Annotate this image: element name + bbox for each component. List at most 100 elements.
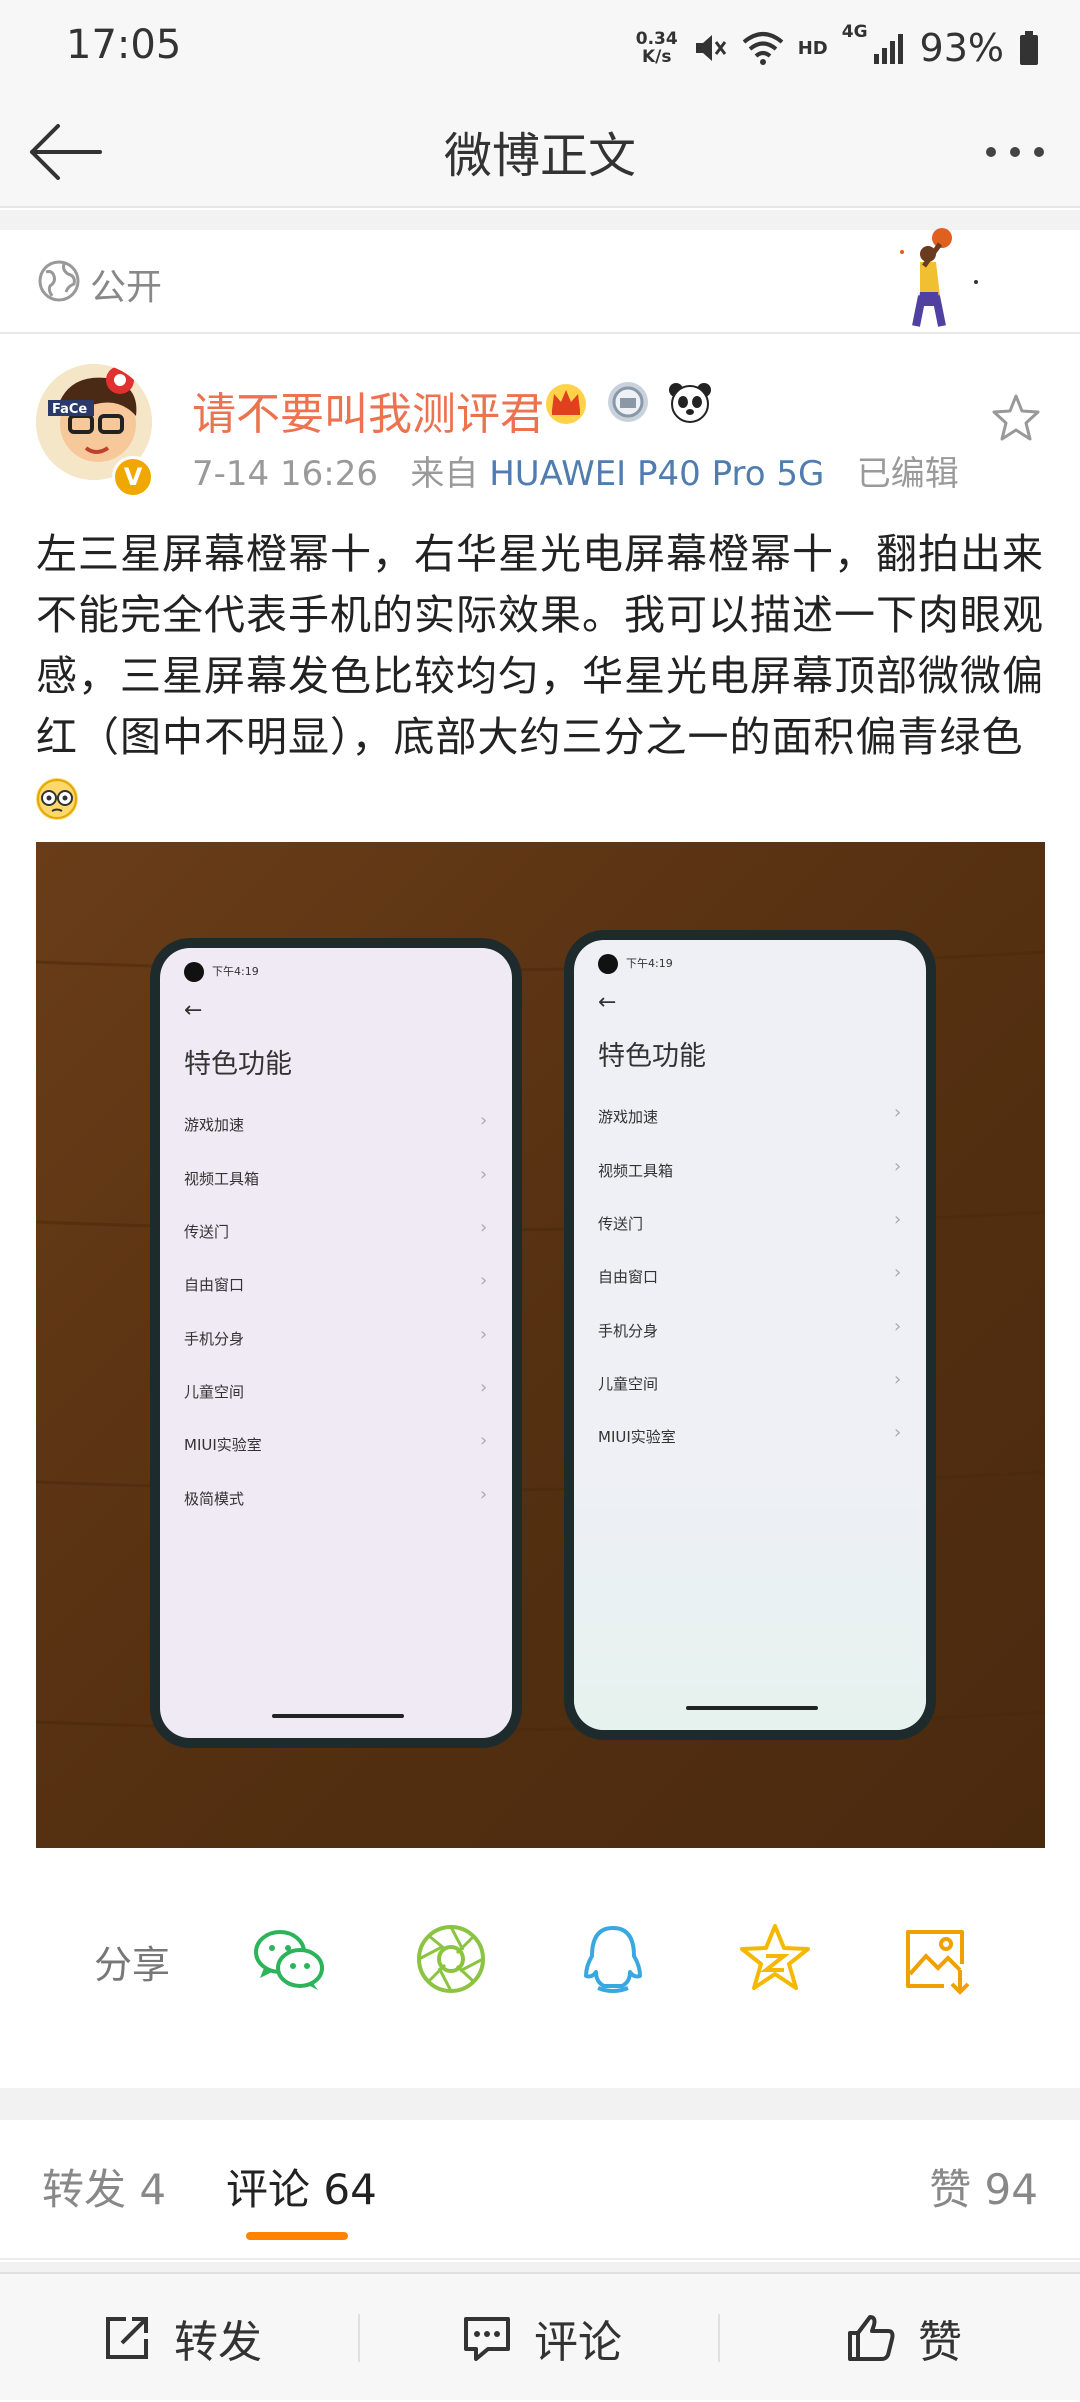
bar-separator <box>718 2314 720 2362</box>
chevron-right-icon: › <box>480 1164 488 1185</box>
source-prefix: 来自 <box>410 454 479 494</box>
chevron-right-icon: › <box>480 1217 488 1238</box>
signal-icon <box>873 34 903 64</box>
phone-title: 特色功能 <box>598 1041 706 1072</box>
globe-icon <box>38 260 80 302</box>
phone-list-item: 游戏加速 <box>184 1116 245 1134</box>
more-dot-icon <box>986 147 996 157</box>
phone-list-item: 视频工具箱 <box>598 1162 674 1180</box>
save-image-icon[interactable] <box>898 1920 976 1998</box>
visibility-label: 公开 <box>90 267 163 308</box>
screen-tint <box>574 1460 926 1730</box>
phone-list-item: 儿童空间 <box>184 1383 245 1401</box>
phone-list-item: MIUI实验室 <box>184 1436 262 1454</box>
tab-comment[interactable]: 评论 64 <box>226 2156 377 2217</box>
chevron-right-icon: › <box>480 1430 488 1451</box>
phone-list-item: 手机分身 <box>184 1330 245 1348</box>
wifi-icon <box>742 32 784 65</box>
network-label: 4G <box>841 22 868 42</box>
net-speed: 0.34 K/s <box>636 30 678 66</box>
edited-label: 已编辑 <box>856 454 959 494</box>
mute-icon <box>695 35 726 61</box>
post-image[interactable]: 下午4:19 ← 特色功能 游戏加速 视频工具箱 传送门 自由窗口 手机分身 儿… <box>36 842 1045 1848</box>
basketball-player-icon <box>900 228 978 327</box>
home-indicator <box>272 1714 404 1718</box>
thumbs-up-icon <box>848 2315 895 2361</box>
net-speed-unit: K/s <box>641 47 672 67</box>
comment-icon <box>464 2317 510 2361</box>
favorite-star-icon[interactable] <box>990 392 1042 444</box>
chevron-right-icon: › <box>894 1102 902 1123</box>
phone-list-item: 传送门 <box>598 1215 644 1233</box>
left-phone: 下午4:19 ← 特色功能 游戏加速 视频工具箱 传送门 自由窗口 手机分身 儿… <box>150 938 522 1748</box>
phone-title: 特色功能 <box>184 1049 292 1080</box>
phone-list-item: 自由窗口 <box>598 1268 659 1286</box>
visibility-row: 公开 <box>0 228 1080 334</box>
more-dot-icon <box>1034 147 1044 157</box>
page-title: 微博正文 <box>443 128 636 184</box>
post-timestamp: 7-14 16:26 <box>192 454 378 494</box>
chevron-right-icon: › <box>894 1209 902 1230</box>
phone-status-time: 下午4:19 <box>626 957 673 970</box>
chevron-right-icon: › <box>894 1369 902 1390</box>
battery-text: 93% <box>919 26 1004 70</box>
more-dot-icon <box>1010 147 1020 157</box>
chevron-right-icon: › <box>480 1270 488 1291</box>
phone-status-time: 下午4:19 <box>212 965 259 978</box>
like-button[interactable]: 赞 <box>844 2274 962 2402</box>
like-label: 赞 <box>918 2317 962 2368</box>
tab-like[interactable]: 赞 94 <box>929 2156 1038 2217</box>
right-phone-screen: 下午4:19 ← 特色功能 游戏加速 视频工具箱 传送门 自由窗口 手机分身 儿… <box>574 940 926 1730</box>
medal-icon[interactable] <box>604 378 652 426</box>
camera-hole <box>598 954 618 974</box>
section-divider <box>0 2262 1080 2272</box>
share-label: 分享 <box>94 1943 171 1987</box>
chevron-right-icon: › <box>480 1377 488 1398</box>
chevron-right-icon: › <box>480 1484 488 1505</box>
phone-back-arrow-icon: ← <box>598 990 617 1015</box>
verified-badge: V <box>112 456 154 498</box>
phone-back-arrow-icon: ← <box>184 998 203 1023</box>
chevron-right-icon: › <box>480 1110 488 1131</box>
chevron-right-icon: › <box>894 1316 902 1337</box>
chevron-right-icon: › <box>894 1262 902 1283</box>
interaction-tabs: 转发 4 评论 64 赞 94 <box>0 2120 1080 2260</box>
navigation-bar: 微博正文 <box>0 96 1080 208</box>
comment-button[interactable]: 评论 <box>460 2274 622 2402</box>
left-phone-screen: 下午4:19 ← 特色功能 游戏加速 视频工具箱 传送门 自由窗口 手机分身 儿… <box>160 948 512 1738</box>
author-badges <box>542 378 714 426</box>
author-name[interactable]: 请不要叫我测评君 <box>192 378 544 442</box>
bottom-action-bar: 转发 评论 赞 <box>0 2272 1080 2400</box>
emoji-icon <box>36 778 78 820</box>
share-row: 分享 <box>0 1890 1080 2030</box>
post-text: 左三星屏幕橙幂十，右华星光电屏幕橙幂十，翻拍出来不能完全代表手机的实际效果。我可… <box>36 524 1046 829</box>
bar-separator <box>358 2314 360 2362</box>
status-bar: 17:05 0.34 K/s HD 4G 93% <box>0 0 1080 96</box>
phone-list-item: MIUI实验室 <box>598 1428 676 1446</box>
home-indicator <box>686 1706 818 1710</box>
active-tab-indicator <box>246 2232 348 2240</box>
comment-label: 评论 <box>534 2317 622 2368</box>
crown-icon[interactable] <box>542 378 590 426</box>
net-speed-value: 0.34 <box>635 29 678 49</box>
qzone-icon[interactable] <box>736 1920 814 1998</box>
status-time: 17:05 <box>66 22 182 68</box>
wechat-icon[interactable] <box>250 1920 328 1998</box>
source-device[interactable]: HUAWEI P40 Pro 5G <box>489 454 824 494</box>
qq-icon[interactable] <box>574 1920 652 1998</box>
chevron-right-icon: › <box>894 1156 902 1177</box>
hd-label: HD <box>797 37 828 59</box>
moments-icon[interactable] <box>412 1920 490 1998</box>
post-meta: 7-14 16:26 来自 HUAWEI P40 Pro 5G 已编辑 <box>192 446 959 495</box>
phone-list-item: 游戏加速 <box>598 1108 659 1126</box>
panda-icon[interactable] <box>666 378 714 426</box>
share-out-icon <box>106 2317 148 2359</box>
tab-repost[interactable]: 转发 4 <box>42 2156 166 2217</box>
phone-list-item: 自由窗口 <box>184 1276 245 1294</box>
more-button[interactable] <box>970 122 1060 182</box>
avatar-text: FaCe <box>52 402 87 417</box>
repost-label: 转发 <box>174 2317 262 2368</box>
post-body: 左三星屏幕橙幂十，右华星光电屏幕橙幂十，翻拍出来不能完全代表手机的实际效果。我可… <box>36 530 1044 761</box>
repost-button[interactable]: 转发 <box>100 2274 262 2402</box>
phone-list-item: 手机分身 <box>598 1322 659 1340</box>
